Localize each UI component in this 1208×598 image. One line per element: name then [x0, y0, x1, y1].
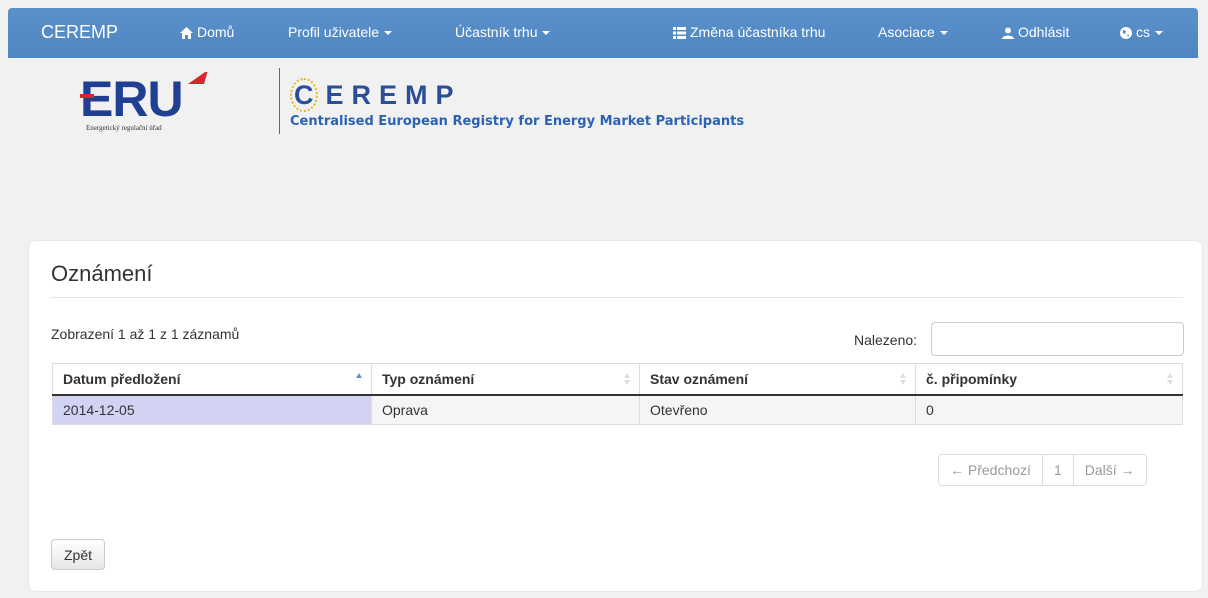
column-header-type[interactable]: Typ oznámení — [371, 363, 640, 396]
caret-down-icon — [1155, 31, 1163, 36]
brand-link[interactable]: CEREMP — [41, 8, 118, 58]
table-row[interactable]: 2014-12-05 Oprava Otevřeno 0 — [52, 394, 1183, 425]
title-divider — [51, 297, 1183, 298]
table-info: Zobrazení 1 až 1 z 1 záznamů — [51, 326, 240, 342]
cell-comment-no: 0 — [915, 394, 1183, 425]
pagination-next[interactable]: Další → — [1072, 455, 1146, 485]
nav-change-participant-label: Změna účastníka trhu — [690, 24, 826, 40]
table-header-row: Datum předložení Typ oznámení Stav oznám… — [52, 363, 1183, 396]
eru-logo: ERU Energetický regulační úřad — [74, 70, 230, 142]
notifications-panel: Oznámení Zobrazení 1 až 1 z 1 záznamů Na… — [28, 240, 1203, 592]
page-title: Oznámení — [51, 261, 153, 286]
eru-subtitle: Energetický regulační úřad — [86, 124, 162, 132]
column-header-date[interactable]: Datum předložení — [52, 363, 372, 396]
caret-down-icon — [939, 31, 948, 36]
nav-association-dropdown[interactable]: Asociace — [878, 8, 948, 58]
nav-profile-dropdown[interactable]: Profil uživatele — [288, 8, 393, 58]
column-header-status[interactable]: Stav oznámení — [639, 363, 916, 396]
nav-language-label: cs — [1136, 24, 1150, 40]
ceremp-title-rest: EREMP — [325, 80, 462, 110]
home-icon — [180, 27, 193, 39]
caret-down-icon — [384, 31, 393, 36]
ceremp-c-logo: C — [290, 78, 318, 112]
pagination-page-1[interactable]: 1 — [1041, 455, 1073, 485]
eru-logo-mark: ERU — [74, 70, 208, 127]
nav-participant-label: Účastník trhu — [455, 24, 538, 40]
nav-home[interactable]: Domů — [180, 8, 234, 58]
nav-logout[interactable]: Odhlásit — [1002, 8, 1069, 58]
nav-logout-label: Odhlásit — [1018, 24, 1070, 40]
sort-both-icon — [900, 373, 907, 385]
nav-language-dropdown[interactable]: cs — [1120, 8, 1163, 58]
pagination: ← Předchozí 1 Další → — [938, 454, 1147, 486]
cell-type: Oprava — [371, 394, 640, 425]
ceremp-subtitle: Centralised European Registry for Energy… — [290, 114, 745, 129]
column-header-comment-no[interactable]: č. připomínky — [915, 363, 1183, 396]
nav-change-participant[interactable]: Změna účastníka trhu — [673, 8, 825, 58]
ceremp-logo: C EREMP Centralised European Registry for… — [290, 78, 745, 129]
svg-text:ERU: ERU — [80, 72, 183, 124]
user-icon — [1002, 27, 1014, 39]
sort-asc-icon — [356, 373, 363, 385]
cell-status: Otevřeno — [639, 394, 916, 425]
nav-participant-dropdown[interactable]: Účastník trhu — [455, 8, 551, 58]
globe-icon — [1120, 27, 1132, 39]
nav-home-label: Domů — [197, 24, 235, 40]
sort-both-icon — [624, 373, 631, 385]
back-button[interactable]: Zpět — [51, 539, 106, 570]
search-label: Nalezeno: — [854, 332, 918, 348]
nav-association-label: Asociace — [878, 24, 935, 40]
top-navbar: CEREMP Domů Profil uživatele Účastník tr… — [8, 8, 1198, 58]
header-divider — [279, 68, 280, 134]
search-input[interactable] — [931, 322, 1184, 356]
ceremp-title: C EREMP — [290, 78, 744, 112]
sort-both-icon — [1167, 373, 1174, 385]
notifications-table: Datum předložení Typ oznámení Stav oznám… — [52, 363, 1183, 425]
pagination-prev[interactable]: ← Předchozí — [939, 455, 1042, 485]
nav-profile-label: Profil uživatele — [288, 24, 380, 40]
caret-down-icon — [542, 31, 551, 36]
list-icon — [673, 27, 686, 39]
cell-date: 2014-12-05 — [52, 394, 372, 425]
